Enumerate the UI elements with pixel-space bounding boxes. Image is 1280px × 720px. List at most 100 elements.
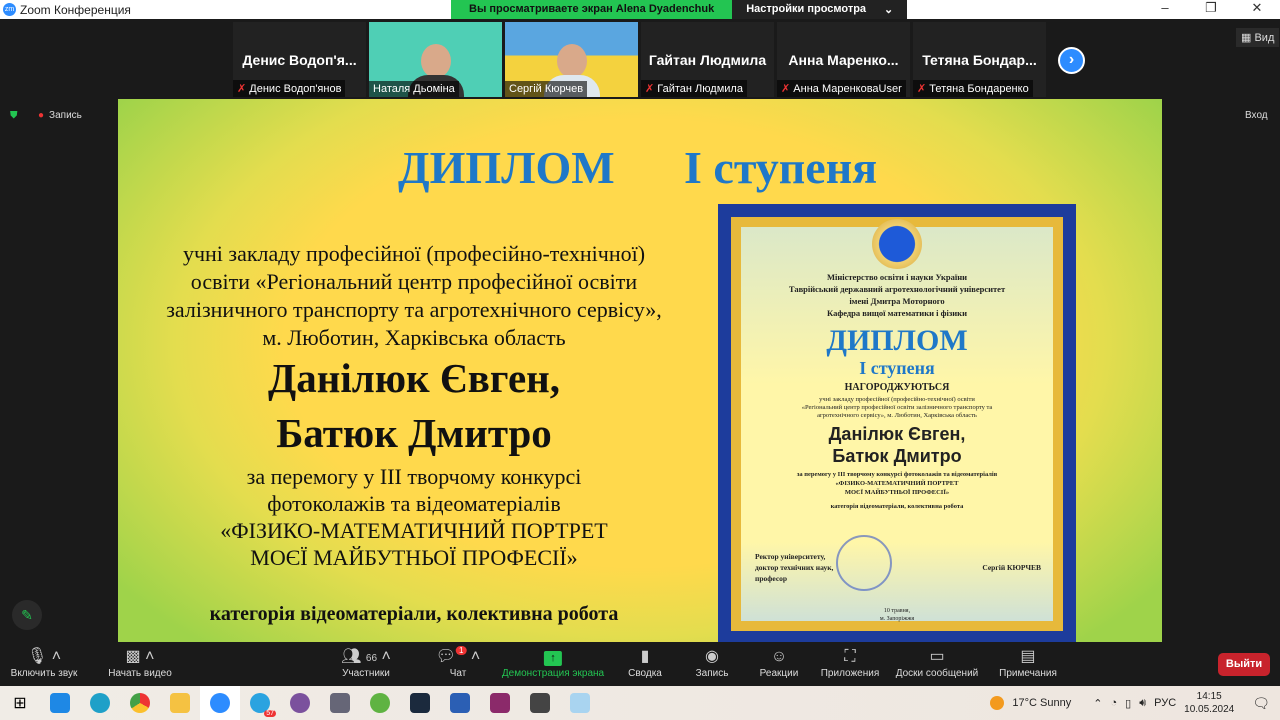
battery-icon[interactable]: ▯ (1125, 697, 1131, 710)
diploma-header: Міністерство освіти і науки України (826, 272, 968, 282)
participant-label: Гайтан Людмила (657, 83, 743, 95)
participants-label: Участники (342, 668, 390, 679)
minimize-button[interactable]: – (1142, 0, 1188, 16)
enter-button[interactable]: Вход (1245, 110, 1268, 121)
signer-title: Ректор університету, (755, 552, 826, 561)
diploma-header: імені Дмитра Моторного (849, 296, 945, 306)
participant-strip: Денис Водоп'я... ✗ Денис Водоп'янов Натал… (233, 22, 1046, 97)
mic-muted-icon: ✗ (237, 83, 247, 95)
record-button[interactable]: ◉ Запись (696, 646, 729, 679)
medal-emblem (872, 219, 922, 269)
edge-icon (90, 693, 110, 713)
record-label: Запись (49, 110, 82, 121)
windows-icon: ⊞ (13, 695, 27, 712)
clock[interactable]: 14:15 10.05.2024 (1184, 690, 1234, 716)
close-button[interactable]: ✕ (1234, 0, 1280, 16)
share-banner: Вы просматриваете экран Alena Dyadenchuk… (451, 0, 908, 19)
reactions-label: Реакции (759, 668, 799, 679)
chat-label: Чат (449, 668, 467, 679)
slide-line: МОЄЇ МАЙБУТНЬОЇ ПРОФЕСІЇ» (250, 545, 578, 570)
start-button[interactable]: ⊞ (0, 686, 40, 720)
participant-tile[interactable]: Гайтан Людмила ✗ Гайтан Людмила (641, 22, 774, 97)
zoom-logo-icon: zm (3, 3, 16, 16)
taskbar-vpn[interactable] (400, 686, 440, 720)
participant-tile[interactable]: Наталя Дьоміна (369, 22, 502, 97)
folder-icon (170, 693, 190, 713)
pencil-icon: ✎ (21, 606, 33, 623)
taskbar-chrome[interactable] (120, 686, 160, 720)
record-icon: ● (38, 110, 45, 121)
tray-chevron-icon[interactable]: ⌃ (1093, 697, 1102, 710)
telegram-icon: 57 (250, 693, 276, 717)
reactions-button[interactable]: ☺ Реакции (760, 646, 799, 679)
network-icon[interactable]: ◔ (1110, 697, 1117, 709)
participants-icon: 👥︎ (341, 648, 362, 665)
signer-title: доктор технічних наук, (755, 563, 834, 572)
view-button[interactable]: ▦ Вид (1236, 28, 1280, 47)
taskbar-edge[interactable] (80, 686, 120, 720)
mic-muted-icon: ✗ (917, 83, 927, 95)
taskbar-word[interactable] (440, 686, 480, 720)
share-banner-text: Вы просматриваете экран Alena Dyadenchuk (451, 0, 733, 19)
taskbar-mail[interactable] (40, 686, 80, 720)
taskbar-viber[interactable] (280, 686, 320, 720)
notes-icon: ▤ (1020, 648, 1036, 665)
slide-names: Данілюк Євген, Батюк Дмитро (118, 351, 710, 461)
video-label: Начать видео (108, 668, 172, 679)
utorrent-icon (370, 693, 390, 713)
slide-line: «ФІЗИКО-МАТЕМАТИЧНИЙ ПОРТРЕТ (220, 518, 608, 543)
windows-taskbar: ⊞ 57 17°C Sunny ⌃ ◔ ▯ 🔊︎ РУС 14:15 10.05.… (0, 686, 1280, 720)
taskbar-utorrent[interactable] (360, 686, 400, 720)
participant-label: Денис Водоп'янов (249, 83, 342, 95)
participant-name-big: Анна Маренко... (788, 52, 899, 68)
security-indicator[interactable]: ⛊ (10, 110, 18, 121)
maximize-button[interactable]: ❐ (1188, 0, 1234, 16)
taskbar-winrar[interactable] (480, 686, 520, 720)
notes-button[interactable]: ▤ Примечания (999, 646, 1057, 679)
annotate-pencil-button[interactable]: ✎ (12, 600, 42, 630)
viber-icon (290, 693, 310, 713)
taskbar-telegram[interactable]: 57 (240, 686, 280, 720)
weather-text[interactable]: 17°C Sunny (1012, 697, 1071, 709)
enter-label: Вход (1245, 110, 1268, 121)
taskbar-calculator[interactable] (320, 686, 360, 720)
participants-button[interactable]: 👥︎ 66 ˄ Участники (341, 646, 391, 679)
participant-tile[interactable]: Денис Водоп'я... ✗ Денис Водоп'янов (233, 22, 366, 97)
chat-button[interactable]: 💬︎ 1 ˄ Чат (435, 646, 480, 679)
slide-line: освіти «Регіональний центр професійної о… (190, 269, 638, 294)
apps-button[interactable]: ⛶ Приложения (821, 646, 880, 679)
taskbar-zoom[interactable] (200, 686, 240, 720)
taskbar-explorer[interactable] (160, 686, 200, 720)
taskbar-video-editor[interactable] (520, 686, 560, 720)
slide-name: Данілюк Євген, (267, 355, 561, 401)
window-title: Zoom Конференция (20, 2, 131, 17)
recording-indicator[interactable]: ● Запись (38, 110, 82, 121)
slide-line: учні закладу професійної (професійно-тех… (182, 241, 646, 266)
share-screen-icon: ↑ (544, 651, 562, 666)
summary-icon: ▮ (640, 648, 650, 665)
start-video-button[interactable]: ▩ ˄ Начать видео (108, 646, 172, 679)
summary-button[interactable]: ▮ Сводка (628, 646, 662, 679)
unmute-button[interactable]: 🎙︎ ˄ Включить звук (11, 646, 78, 679)
whiteboards-button[interactable]: ▭ Доски сообщений (896, 646, 979, 679)
participant-tile[interactable]: Анна Маренко... ✗ Анна МаренковаUser (777, 22, 910, 97)
clapper-icon (530, 693, 550, 713)
chat-icon: 💬︎ (435, 648, 457, 665)
sun-icon (990, 696, 1005, 710)
language-indicator[interactable]: РУС (1154, 697, 1176, 709)
record-toolbar-label: Запись (695, 668, 729, 679)
taskbar-paint[interactable] (560, 686, 600, 720)
share-screen-button[interactable]: ↑ Демонстрация экрана (502, 646, 604, 679)
participant-tile[interactable]: Сергій Кюрчев (505, 22, 638, 97)
view-settings-button[interactable]: Настройки просмотра ⌄ (732, 0, 908, 19)
notifications-icon[interactable]: 🗨︎ (1252, 695, 1270, 712)
leave-button[interactable]: Выйти (1218, 653, 1270, 676)
volume-icon[interactable]: 🔊︎ (1139, 697, 1146, 710)
clock-date: 10.05.2024 (1184, 704, 1235, 715)
view-label: Вид (1254, 32, 1275, 44)
participant-tile[interactable]: Тетяна Бондар... ✗ Тетяна Бондаренко (913, 22, 1046, 97)
participant-name-big: Тетяна Бондар... (922, 52, 1037, 68)
next-participants-button[interactable]: › (1058, 47, 1085, 74)
diploma-text: «ФІЗИКО-МАТЕМАТИЧНИЙ ПОРТРЕТ (835, 480, 959, 487)
slide-line: м. Люботин, Харківська область (262, 325, 566, 350)
